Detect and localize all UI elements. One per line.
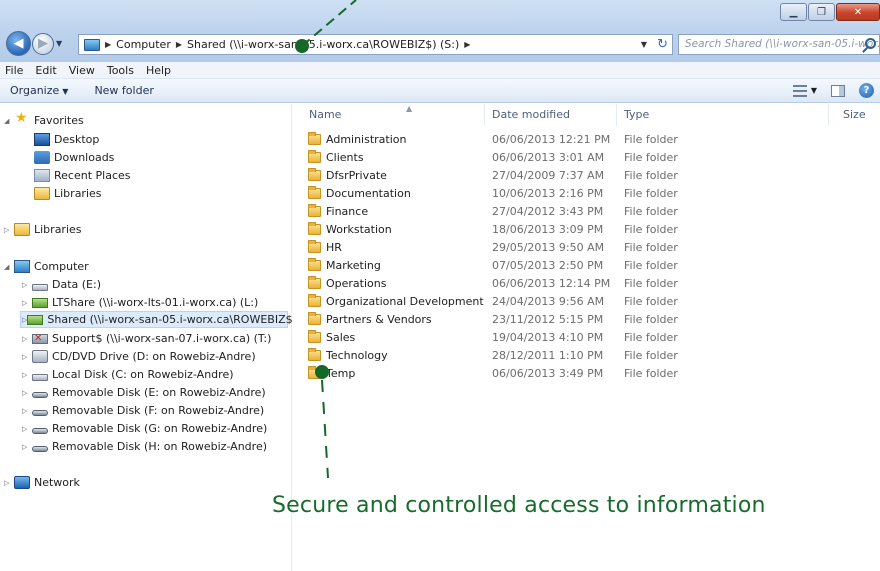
annotation-marker <box>315 365 329 379</box>
annotation-overlay <box>301 0 357 479</box>
annotation-caption: Secure and controlled access to informat… <box>272 493 766 518</box>
annotation-leader-line <box>321 379 329 479</box>
annotation-marker <box>295 39 309 53</box>
annotation-leader-line <box>301 0 357 47</box>
